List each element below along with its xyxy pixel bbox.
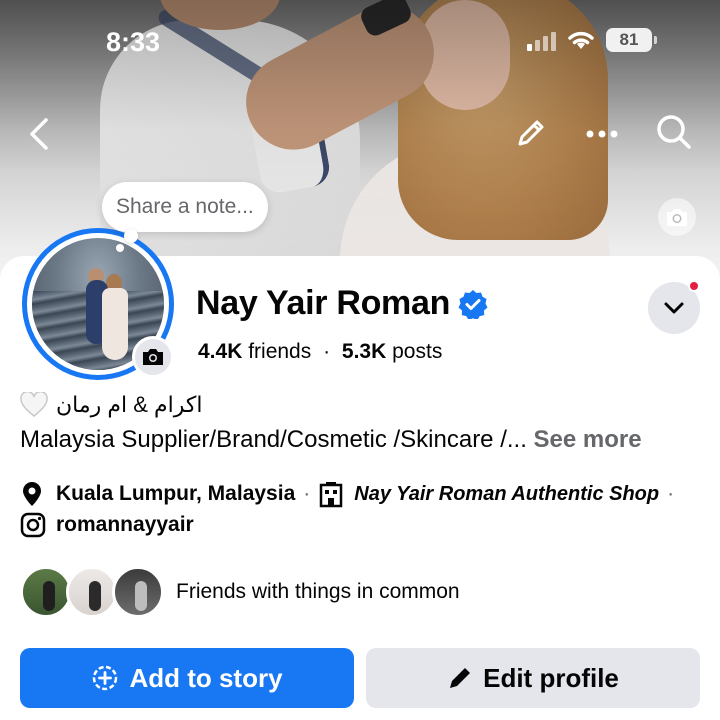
friends-label[interactable]: friends xyxy=(248,340,311,363)
share-note-bubble[interactable]: Share a note... xyxy=(102,182,268,232)
see-more-link[interactable]: See more xyxy=(534,426,642,453)
friends-in-common-text: Friends with things in common xyxy=(176,580,460,603)
details-separator-2: · xyxy=(667,482,675,505)
profile-name-row: Nay Yair Roman xyxy=(196,284,488,323)
posts-label[interactable]: posts xyxy=(392,340,442,363)
white-heart-icon xyxy=(20,392,48,417)
more-dots-icon[interactable] xyxy=(580,112,624,156)
chevron-down-icon xyxy=(664,302,684,314)
bio-text: Malaysia Supplier/Brand/Cosmetic /Skinca… xyxy=(20,426,527,453)
friend-avatar xyxy=(66,566,118,618)
bio-arabic-text: اكرام & ام رمان xyxy=(56,392,203,417)
bio-line-2: Malaysia Supplier/Brand/Cosmetic /Skinca… xyxy=(20,426,710,454)
shop-icon xyxy=(320,482,343,508)
friend-avatar xyxy=(112,566,164,618)
instagram-row: romannayyair xyxy=(20,512,194,538)
edit-profile-label: Edit profile xyxy=(483,662,619,693)
camera-icon xyxy=(667,209,687,226)
instagram-handle[interactable]: romannayyair xyxy=(56,513,194,537)
cellular-signal-icon xyxy=(527,29,556,51)
verified-badge-icon xyxy=(458,289,488,319)
search-icon[interactable] xyxy=(652,110,696,154)
camera-icon xyxy=(143,349,163,365)
posts-count[interactable]: 5.3K xyxy=(342,340,386,363)
add-to-story-button[interactable]: Add to story xyxy=(20,648,354,708)
add-story-plus-icon xyxy=(93,665,118,691)
avatar-camera-button[interactable] xyxy=(132,336,174,378)
profile-name: Nay Yair Roman xyxy=(196,284,451,322)
status-indicators: 81 xyxy=(527,28,657,52)
location-text[interactable]: Kuala Lumpur, Malaysia xyxy=(56,482,295,506)
bio-line-1: اكرام & ام رمان xyxy=(20,392,202,418)
instagram-icon xyxy=(20,512,46,538)
battery-indicator: 81 xyxy=(606,28,657,52)
note-bubble-tail xyxy=(124,229,138,243)
edit-profile-button[interactable]: Edit profile xyxy=(366,648,700,708)
notification-dot xyxy=(688,280,700,292)
cover-camera-button[interactable] xyxy=(658,198,696,236)
status-time: 8:33 xyxy=(106,27,161,57)
location-pin-icon xyxy=(23,482,41,506)
pencil-icon xyxy=(450,668,471,688)
details-row: Kuala Lumpur, Malaysia · Nay Yair Roman … xyxy=(20,480,682,508)
friends-in-common-row[interactable]: Friends with things in common xyxy=(20,566,460,618)
stats-separator: · xyxy=(323,340,331,363)
friends-count[interactable]: 4.4K xyxy=(198,340,242,363)
wifi-icon xyxy=(568,31,594,49)
chevron-left-icon[interactable] xyxy=(18,112,62,156)
profile-stats: 4.4K friends · 5.3K posts xyxy=(198,340,442,364)
note-bubble-tail-small xyxy=(116,244,124,252)
pencil-icon[interactable] xyxy=(508,112,552,156)
details-separator: · xyxy=(303,482,311,505)
add-to-story-label: Add to story xyxy=(129,662,283,693)
friend-avatar xyxy=(20,566,72,618)
shop-link[interactable]: Nay Yair Roman Authentic Shop xyxy=(354,483,659,506)
